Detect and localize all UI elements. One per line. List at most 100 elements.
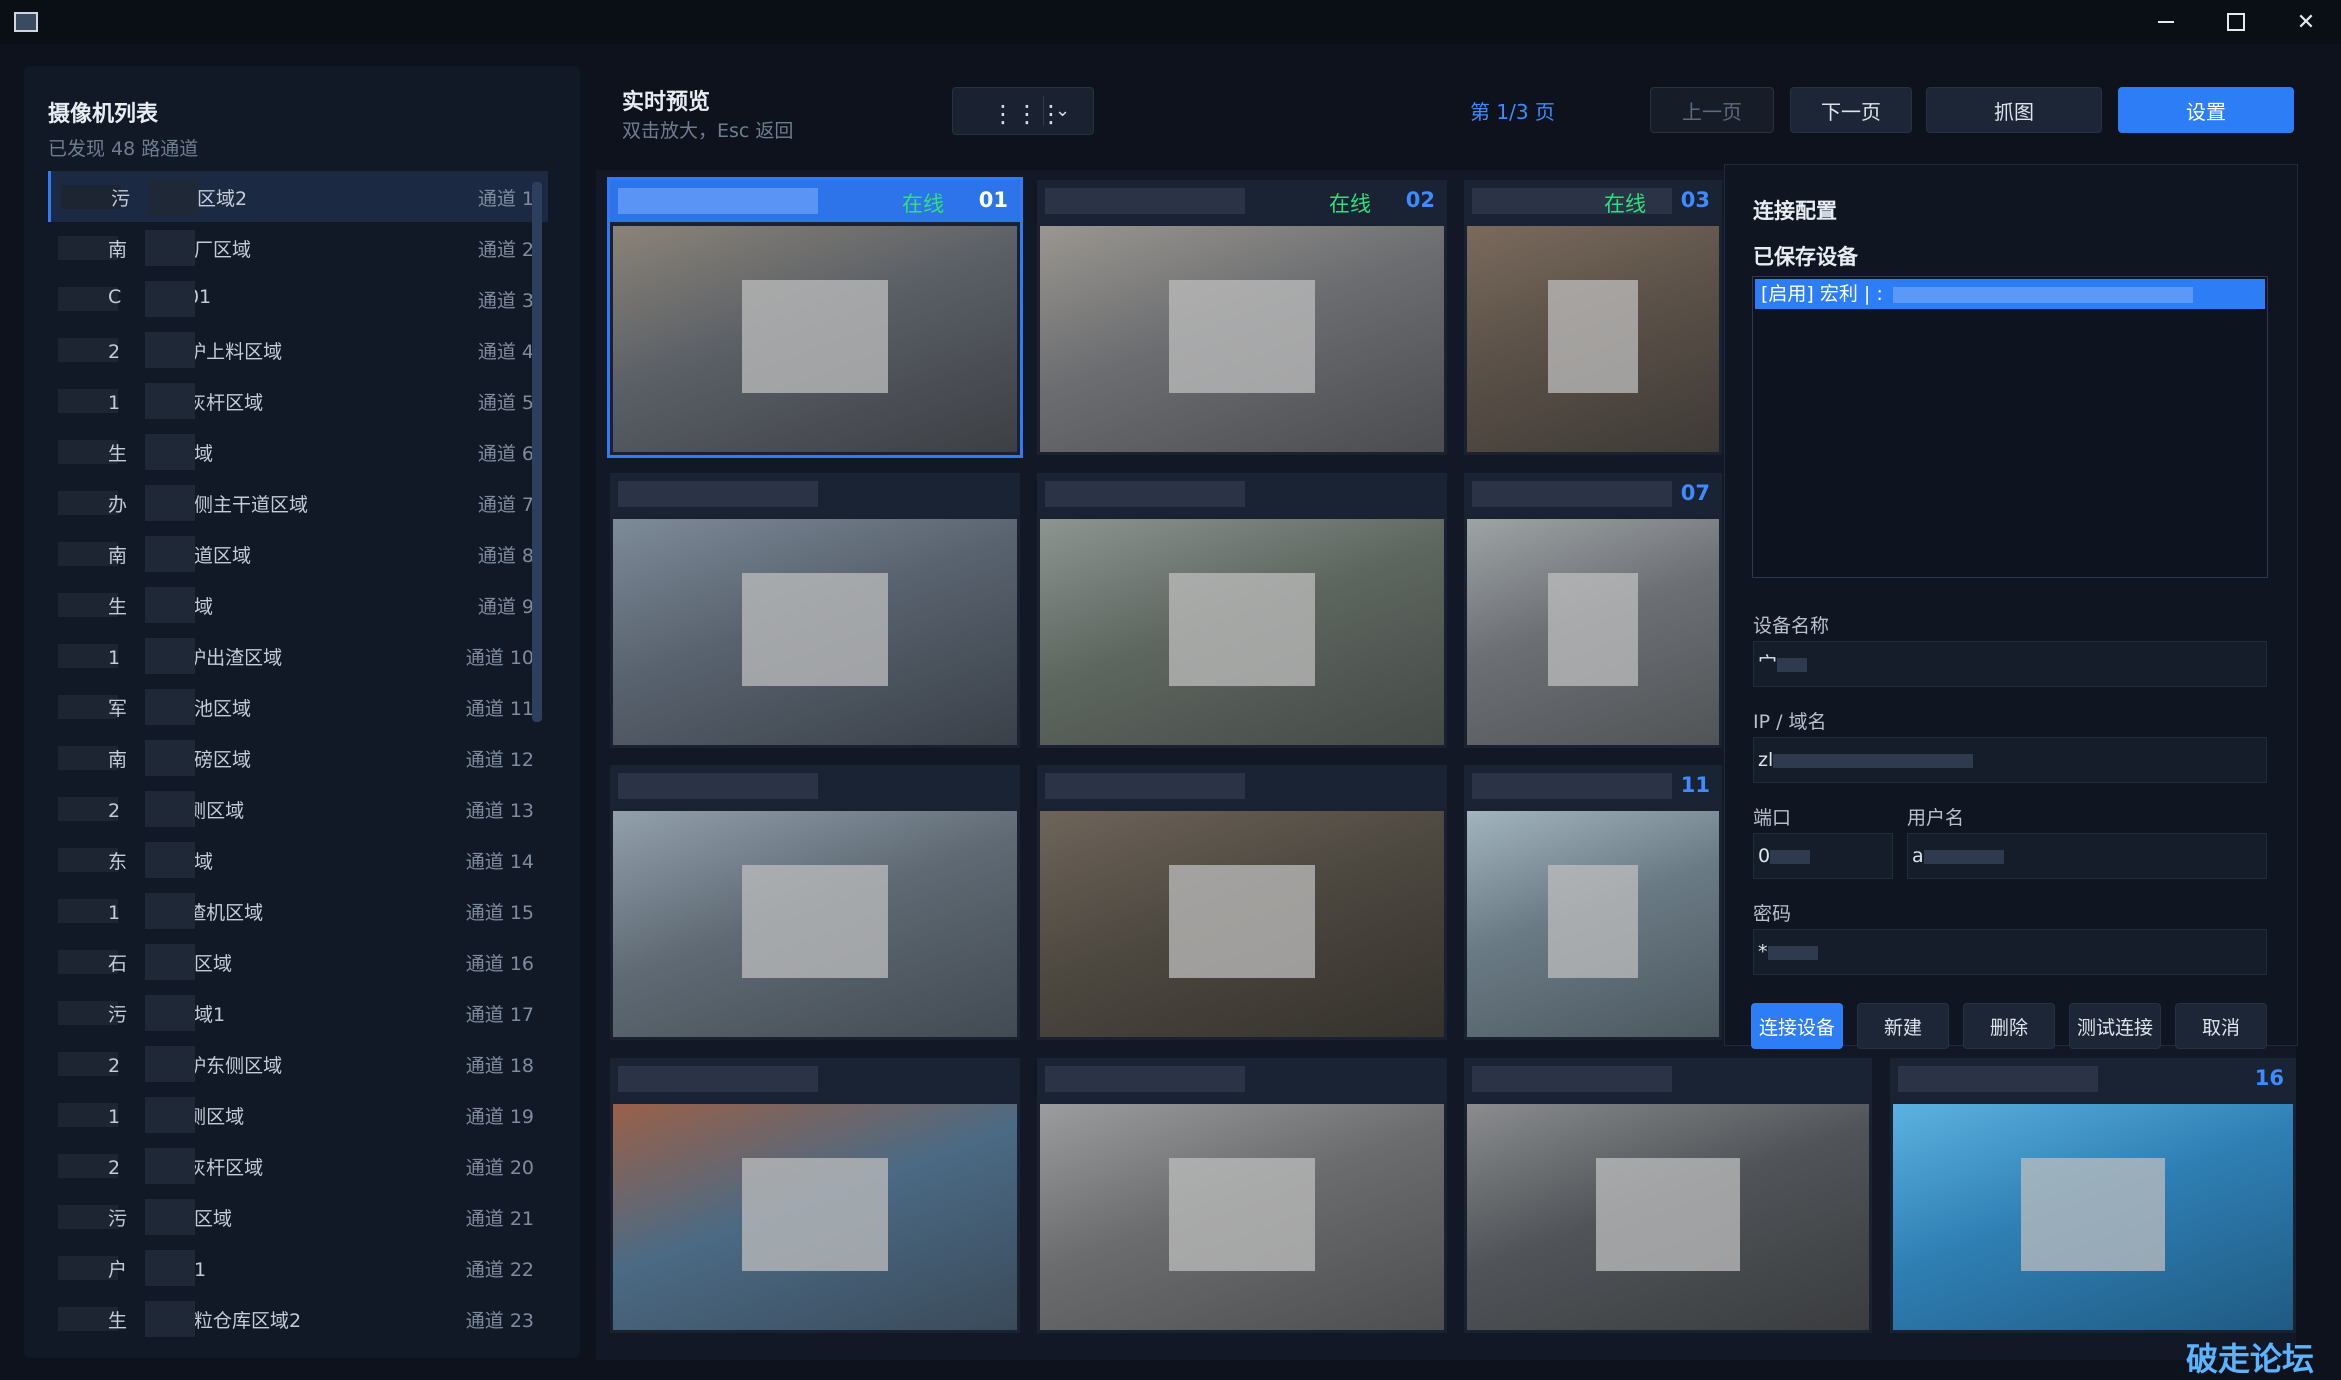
video-tile[interactable]: 07 <box>1464 473 1722 748</box>
redacted-mid <box>145 689 195 725</box>
video-tile[interactable] <box>1464 1058 1872 1333</box>
video-frame <box>1467 226 1719 452</box>
video-tile[interactable] <box>1037 473 1447 748</box>
camera-list-item[interactable]: Ca 01通道 3 <box>48 273 548 324</box>
password-label: 密码 <box>1753 903 1792 925</box>
camera-list-item[interactable]: 南干道区域 通道 8 <box>48 528 548 579</box>
camera-list-item[interactable]: 石故区域 通道 16 <box>48 936 548 987</box>
redacted-value <box>1767 945 1818 960</box>
camera-list-item[interactable]: 污贱区域2 通道 1 <box>48 171 548 222</box>
settings-button[interactable]: 设置 <box>2118 87 2294 133</box>
cancel-button[interactable]: 取消 <box>2175 1003 2267 1049</box>
camera-list-item[interactable]: 2 西侧区域 通道 13 <box>48 783 548 834</box>
camera-channel: 通道 23 <box>465 1310 534 1332</box>
camera-list-item[interactable]: 1 拉灰杆区域 通道 5 <box>48 375 548 426</box>
port-field[interactable]: 0 <box>1753 833 1893 879</box>
camera-list-scrollbar[interactable] <box>532 182 542 722</box>
camera-list-item[interactable]: 南地磅区域 通道 12 <box>48 732 548 783</box>
delete-device-button[interactable]: 删除 <box>1963 1003 2055 1049</box>
tile-header: 11 <box>1464 765 1722 807</box>
camera-name: 1 锅炉出渣区域 <box>108 647 283 669</box>
chevron-down-icon[interactable]: ⌄ <box>1055 100 1070 121</box>
video-tile[interactable] <box>610 473 1020 748</box>
redacted-mid <box>145 1046 195 1082</box>
camera-list-item[interactable]: 生区域通道 9 <box>48 579 548 630</box>
camera-list-item[interactable]: 2 锅炉东侧区域 通道 18 <box>48 1038 548 1089</box>
redacted-camera-name <box>618 188 818 214</box>
video-frame <box>1467 1104 1869 1330</box>
new-device-button[interactable]: 新建 <box>1857 1003 1949 1049</box>
camera-list-item[interactable]: 2 锅炉上料区域 通道 4 <box>48 324 548 375</box>
video-frame <box>1467 811 1719 1037</box>
video-tile[interactable]: 16 <box>1890 1058 2296 1333</box>
grid-layout-icon: ⋮⋮⋮ <box>991 100 1063 128</box>
tile-header: 07 <box>1464 473 1722 515</box>
redacted-camera-name <box>618 481 818 507</box>
ip-label: IP / 域名 <box>1753 711 1827 733</box>
snapshot-button[interactable]: 抓图 <box>1926 87 2102 133</box>
camera-list-item[interactable]: 污区域1 通道 17 <box>48 987 548 1038</box>
camera-list-item[interactable]: 军沉池区域 通道 11 <box>48 681 548 732</box>
redacted-camera-name <box>618 773 818 799</box>
video-tile[interactable]: 在线 01 <box>607 177 1023 458</box>
layout-divider <box>1043 96 1044 126</box>
video-frame <box>1040 1104 1444 1330</box>
maximize-button[interactable] <box>2200 0 2272 44</box>
redacted-mid <box>145 536 195 572</box>
camera-channel: 通道 18 <box>465 1055 534 1077</box>
video-frame <box>613 226 1017 452</box>
device-name-label: 设备名称 <box>1753 615 1830 637</box>
camera-channel: 通道 3 <box>477 290 534 312</box>
connection-settings-panel: 连接配置 已保存设备 [启用] 宏利 | : 设备名称 宀 IP / 域名 zl… <box>1724 164 2298 1049</box>
camera-name: 生颗粒仓库区域2 <box>108 1310 302 1332</box>
redacted-camera-name <box>618 1066 818 1092</box>
camera-channel: 通道 15 <box>465 902 534 924</box>
camera-list-item[interactable]: 1 锅炉出渣区域 通道 10 <box>48 630 548 681</box>
redacted-mid <box>145 1301 195 1337</box>
minimize-icon <box>2158 21 2174 23</box>
saved-device-list[interactable]: [启用] 宏利 | : <box>1752 276 2268 578</box>
saved-device-label: [启用] 宏利 | : <box>1761 283 1883 305</box>
camera-list-item[interactable]: 1 出渣机区域 通道 15 <box>48 885 548 936</box>
video-tile[interactable] <box>1037 765 1447 1040</box>
camera-channel: 通道 19 <box>465 1106 534 1128</box>
next-page-button[interactable]: 下一页 <box>1790 87 1912 133</box>
tile-number: 16 <box>2254 1066 2284 1090</box>
password-field[interactable]: * <box>1753 929 2267 975</box>
camera-channel: 通道 8 <box>477 545 534 567</box>
camera-list-item[interactable]: 生区域通道 6 <box>48 426 548 477</box>
camera-list-item[interactable]: 东区域通道 14 <box>48 834 548 885</box>
redacted-value <box>1777 657 1808 672</box>
test-connection-button[interactable]: 测试连接 <box>2069 1003 2161 1049</box>
video-tile[interactable] <box>610 765 1020 1040</box>
tile-number: 11 <box>1680 773 1710 797</box>
camera-list-item[interactable]: 生颗粒仓库区域2 通道 23 <box>48 1293 548 1344</box>
video-tile[interactable]: 在线 02 <box>1037 180 1447 455</box>
camera-list-item[interactable]: 1 东侧区域 通道 19 <box>48 1089 548 1140</box>
prev-page-button[interactable]: 上一页 <box>1650 87 1774 133</box>
camera-list-item[interactable]: 南生厂区域 通道 2 <box>48 222 548 273</box>
video-tile[interactable] <box>610 1058 1020 1333</box>
username-field[interactable]: a <box>1907 833 2267 879</box>
camera-list-item[interactable]: 户间1通道 22 <box>48 1242 548 1293</box>
video-tile[interactable] <box>1037 1058 1447 1333</box>
camera-channel: 通道 9 <box>477 596 534 618</box>
device-name-field[interactable]: 宀 <box>1753 641 2267 687</box>
layout-selector[interactable]: ⋮⋮⋮ ⌄ <box>952 87 1094 135</box>
camera-channel: 通道 10 <box>465 647 534 669</box>
redacted-region <box>742 280 888 394</box>
camera-list-item[interactable]: 污贱区域 通道 21 <box>48 1191 548 1242</box>
redacted-mid <box>145 638 195 674</box>
page-indicator: 第 1/3 页 <box>1470 100 1555 124</box>
saved-devices-title: 已保存设备 <box>1753 245 1858 269</box>
saved-device-item[interactable]: [启用] 宏利 | : <box>1755 279 2265 309</box>
close-button[interactable]: ✕ <box>2270 0 2341 44</box>
minimize-button[interactable] <box>2130 0 2202 44</box>
camera-list-item[interactable]: 办东侧主干道区域 通道 7 <box>48 477 548 528</box>
camera-list-item[interactable]: 2 拉灰杆区域 通道 20 <box>48 1140 548 1191</box>
video-tile[interactable]: 在线 03 <box>1464 180 1722 455</box>
connect-device-button[interactable]: 连接设备 <box>1751 1003 1843 1049</box>
ip-field[interactable]: zl <box>1753 737 2267 783</box>
video-tile[interactable]: 11 <box>1464 765 1722 1040</box>
username-value: a <box>1912 845 1924 867</box>
